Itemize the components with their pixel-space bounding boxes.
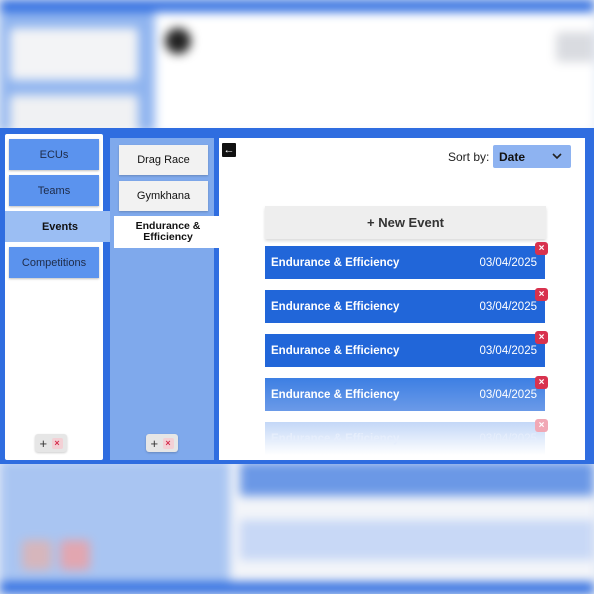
delete-event-icon[interactable]: × [535, 242, 548, 255]
event-type-add-remove-controls: + × [146, 434, 178, 452]
event-name: Endurance & Efficiency [271, 256, 400, 269]
sidebar-item-ecus[interactable]: ECUs [9, 139, 99, 170]
event-name: Endurance & Efficiency [271, 300, 400, 313]
event-row[interactable]: Endurance & Efficiency 03/04/2025 [265, 246, 545, 279]
add-icon[interactable]: + [150, 437, 158, 450]
event-date: 03/04/2025 [479, 300, 537, 313]
chevron-down-icon [552, 153, 562, 160]
app-panel: ECUs Teams Events Competitions + × Drag … [0, 128, 594, 464]
sidebar-item-competitions[interactable]: Competitions [9, 247, 99, 278]
event-date: 03/04/2025 [479, 388, 537, 401]
event-row[interactable]: Endurance & Efficiency 03/04/2025 [265, 422, 545, 455]
event-date: 03/04/2025 [479, 344, 537, 357]
event-row[interactable]: Endurance & Efficiency 03/04/2025 [265, 290, 545, 323]
sort-label: Sort by: [448, 150, 490, 164]
event-date: 03/04/2025 [479, 432, 537, 445]
sort-dropdown[interactable]: Date [493, 145, 571, 168]
event-row[interactable]: Endurance & Efficiency 03/04/2025 [265, 378, 545, 411]
sidebar-item-teams[interactable]: Teams [9, 175, 99, 206]
sidebar-item-events[interactable]: Events [5, 211, 115, 242]
events-main-area: ← Sort by: Date + New Event Endurance & … [219, 138, 585, 460]
delete-event-icon[interactable]: × [535, 331, 548, 344]
event-type-label-line2: Efficiency [143, 231, 193, 243]
sidebar-add-remove-controls: + × [35, 434, 67, 452]
remove-icon[interactable]: × [51, 437, 63, 449]
event-type-drag-race[interactable]: Drag Race [119, 145, 208, 175]
event-date: 03/04/2025 [479, 256, 537, 269]
event-row[interactable]: Endurance & Efficiency 03/04/2025 [265, 334, 545, 367]
event-name: Endurance & Efficiency [271, 432, 400, 445]
event-type-endurance-efficiency[interactable]: Endurance & Efficiency [114, 216, 222, 248]
delete-event-icon[interactable]: × [535, 288, 548, 301]
delete-event-icon[interactable]: × [535, 376, 548, 389]
sort-value: Date [499, 149, 526, 164]
delete-event-icon[interactable]: × [535, 419, 548, 432]
remove-icon[interactable]: × [162, 437, 174, 449]
back-arrow-icon[interactable]: ← [222, 143, 236, 157]
add-icon[interactable]: + [39, 437, 47, 450]
event-type-list: Drag Race Gymkhana Endurance & Efficienc… [110, 138, 222, 460]
new-event-button[interactable]: + New Event [265, 206, 546, 239]
event-name: Endurance & Efficiency [271, 344, 400, 357]
category-sidebar: ECUs Teams Events Competitions + × [5, 134, 115, 460]
event-type-gymkhana[interactable]: Gymkhana [119, 181, 208, 211]
event-name: Endurance & Efficiency [271, 388, 400, 401]
